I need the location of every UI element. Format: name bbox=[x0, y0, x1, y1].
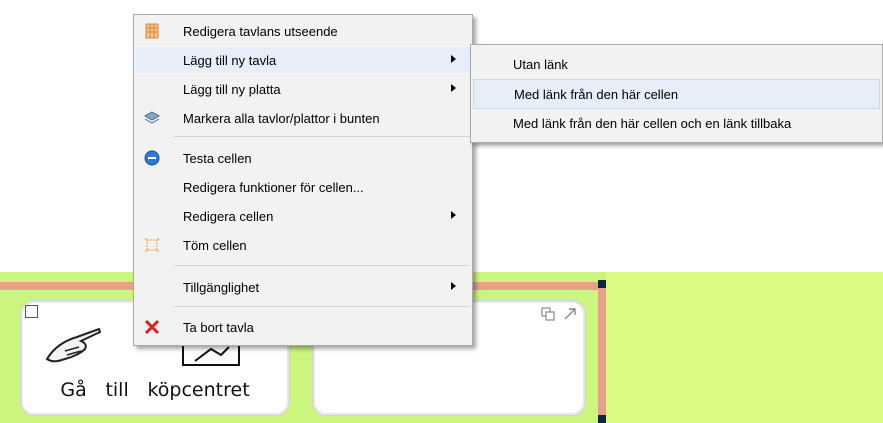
submenu-arrow-icon bbox=[451, 211, 456, 219]
submenu-item-label: Utan länk bbox=[513, 56, 568, 72]
menu-item-test-cell[interactable]: Testa cellen bbox=[136, 145, 470, 171]
menu-item-label: Töm cellen bbox=[183, 237, 247, 253]
submenu-arrow-icon bbox=[451, 84, 456, 92]
submenu-item-label: Med länk från den här cellen och en länk… bbox=[513, 115, 792, 131]
empty-cell-icon bbox=[143, 236, 161, 254]
menu-item-add-new-board[interactable]: Lägg till ny tavla bbox=[136, 47, 470, 73]
menu-item-edit-cell-functions[interactable]: Redigera funktioner för cellen... bbox=[136, 174, 470, 200]
menu-separator bbox=[174, 306, 470, 307]
menu-item-empty-cell[interactable]: Töm cellen bbox=[136, 232, 470, 258]
submenu-item-label: Med länk från den här cellen bbox=[514, 86, 679, 102]
resize-handle-top[interactable] bbox=[598, 280, 606, 288]
board-grid-icon bbox=[143, 22, 161, 40]
menu-item-label: Ta bort tavla bbox=[183, 319, 254, 335]
cell-word: Gå bbox=[60, 379, 87, 401]
menu-item-label: Markera alla tavlor/plattor i bunten bbox=[183, 110, 380, 126]
menu-item-edit-cell[interactable]: Redigera cellen bbox=[136, 203, 470, 229]
pointing-hand-icon bbox=[45, 327, 102, 363]
menu-separator bbox=[174, 136, 470, 137]
menu-item-delete-board[interactable]: Ta bort tavla bbox=[136, 314, 470, 340]
cell-word: till bbox=[105, 379, 129, 401]
menu-item-label: Redigera tavlans utseende bbox=[183, 23, 338, 39]
cell-word: köpcentret bbox=[147, 379, 250, 401]
cell-border-right bbox=[598, 282, 606, 423]
submenu-item-link-from-cell[interactable]: Med länk från den här cellen bbox=[473, 79, 880, 109]
menu-item-label: Tillgänglighet bbox=[183, 279, 260, 295]
test-cell-icon bbox=[143, 149, 161, 167]
submenu-item-no-link[interactable]: Utan länk bbox=[473, 50, 880, 78]
menu-item-label: Testa cellen bbox=[183, 150, 252, 166]
submenu-arrow-icon bbox=[451, 282, 456, 290]
menu-separator bbox=[174, 265, 470, 266]
menu-item-label: Redigera funktioner för cellen... bbox=[183, 179, 364, 195]
menu-item-select-all-boards[interactable]: Markera alla tavlor/plattor i bunten bbox=[136, 105, 470, 131]
menu-item-label: Lägg till ny platta bbox=[183, 81, 281, 97]
resize-handle-bottom[interactable] bbox=[598, 415, 606, 423]
add-board-submenu: Utan länk Med länk från den här cellen M… bbox=[470, 44, 883, 143]
submenu-item-link-from-cell-and-back[interactable]: Med länk från den här cellen och en länk… bbox=[473, 109, 880, 137]
copy-icon[interactable] bbox=[541, 307, 555, 321]
expand-arrow-icon[interactable] bbox=[563, 307, 577, 321]
menu-item-accessibility[interactable]: Tillgänglighet bbox=[136, 274, 470, 300]
submenu-arrow-icon bbox=[451, 55, 456, 63]
menu-item-label: Lägg till ny tavla bbox=[183, 52, 277, 68]
menu-item-add-new-plate[interactable]: Lägg till ny platta bbox=[136, 76, 470, 102]
stack-layers-icon bbox=[143, 109, 161, 127]
context-menu: Redigera tavlans utseende Lägg till ny t… bbox=[133, 14, 473, 346]
menu-item-edit-board-appearance[interactable]: Redigera tavlans utseende bbox=[136, 18, 470, 44]
board-area-right bbox=[606, 272, 883, 423]
menu-item-label: Redigera cellen bbox=[183, 208, 274, 224]
cell-sentence: Gå till köpcentret bbox=[21, 379, 289, 401]
delete-x-icon bbox=[143, 318, 161, 336]
cell-checkbox[interactable] bbox=[25, 305, 38, 318]
